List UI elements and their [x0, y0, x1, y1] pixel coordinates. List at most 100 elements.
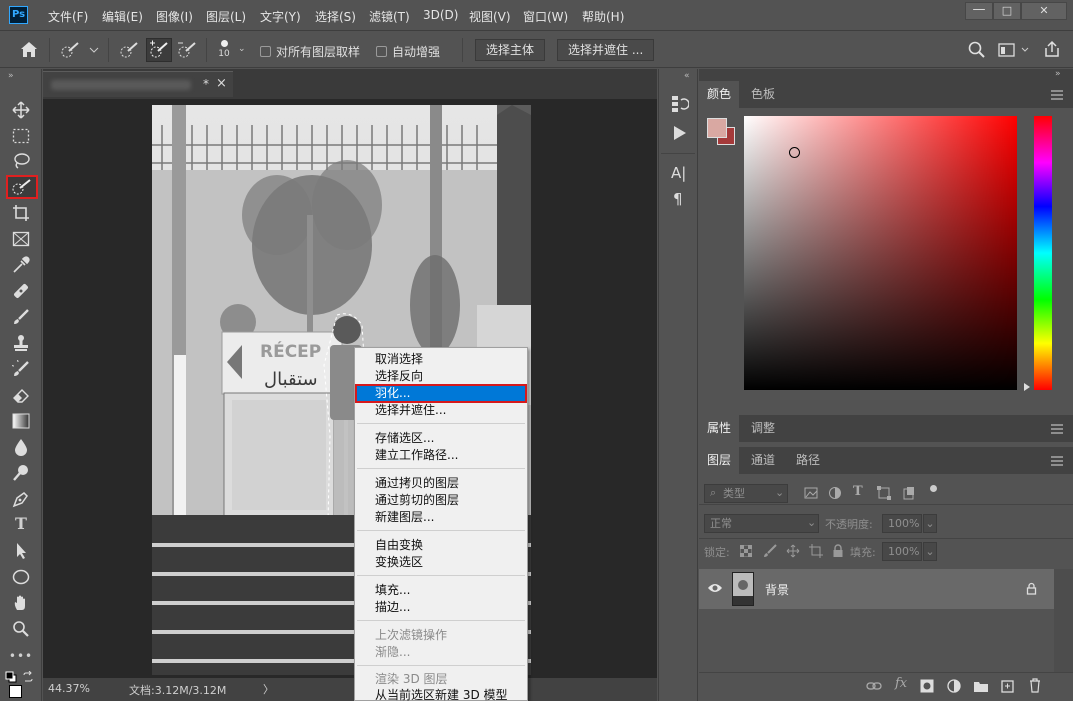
tab-adjustments[interactable]: 调整: [743, 415, 783, 442]
filter-smart-object-icon[interactable]: [902, 486, 916, 503]
menu-edit[interactable]: 编辑(E): [102, 8, 143, 25]
actions-panel-icon[interactable]: [673, 125, 687, 144]
menu-item-stroke[interactable]: 描边...: [375, 599, 410, 616]
eye-icon[interactable]: [707, 582, 723, 597]
select-subject-button[interactable]: 选择主体: [475, 39, 546, 61]
chevron-down-icon[interactable]: ⌄: [238, 44, 246, 54]
menu-item-fill[interactable]: 填充...: [375, 582, 410, 599]
panel-menu-icon[interactable]: [1051, 455, 1063, 469]
menu-item-new-layer[interactable]: 新建图层...: [375, 509, 434, 526]
minimize-button[interactable]: —: [965, 2, 993, 20]
lasso-tool-icon[interactable]: [8, 150, 34, 172]
close-tab-icon[interactable]: ×: [216, 76, 227, 91]
menu-item-transform-selection[interactable]: 变换选区: [375, 554, 423, 571]
hand-tool-icon[interactable]: [8, 592, 34, 614]
menu-item-layer-via-copy[interactable]: 通过拷贝的图层: [375, 475, 459, 492]
filter-adjustment-icon[interactable]: [828, 486, 842, 503]
sample-all-layers-checkbox[interactable]: 对所有图层取样: [260, 43, 360, 60]
layer-filter-select[interactable]: 类型 ⌕ ⌄: [704, 484, 788, 503]
lock-transparent-icon[interactable]: [739, 544, 753, 560]
tab-properties[interactable]: 属性: [699, 415, 740, 442]
color-picker-cursor[interactable]: [789, 147, 800, 158]
foreground-color-swatch-panel[interactable]: [707, 118, 727, 138]
swap-colors-icon[interactable]: [22, 670, 34, 686]
gradient-tool-icon[interactable]: [8, 410, 34, 432]
blur-tool-icon[interactable]: [8, 436, 34, 458]
new-selection-icon[interactable]: [118, 40, 140, 63]
menu-item-deselect[interactable]: 取消选择: [375, 351, 423, 368]
menu-item-feather[interactable]: 羽化...: [375, 385, 410, 402]
type-tool-icon[interactable]: T: [8, 514, 34, 536]
panel-menu-icon[interactable]: [1051, 423, 1063, 437]
default-colors-icon[interactable]: [5, 671, 17, 686]
paragraph-panel-icon[interactable]: ¶: [673, 190, 683, 208]
filter-toggle-icon[interactable]: [930, 485, 937, 492]
add-to-selection-icon[interactable]: [146, 38, 172, 62]
chevron-down-icon[interactable]: ⌄: [923, 514, 937, 533]
marquee-tool-icon[interactable]: [8, 125, 34, 147]
collapse-panels-icon[interactable]: «: [684, 71, 690, 81]
delete-layer-icon[interactable]: [1029, 678, 1041, 696]
brush-tool-icon[interactable]: [8, 306, 34, 328]
search-icon[interactable]: [968, 41, 986, 62]
filter-pixel-icon[interactable]: [804, 487, 818, 502]
color-field[interactable]: [744, 116, 1017, 390]
select-and-mask-button[interactable]: 选择并遮住 ...: [557, 39, 655, 61]
auto-enhance-checkbox[interactable]: 自动增强: [376, 43, 440, 60]
tab-paths[interactable]: 路径: [788, 447, 828, 474]
lock-pixels-icon[interactable]: [763, 544, 777, 561]
tab-swatches[interactable]: 色板: [743, 81, 783, 108]
menu-3d[interactable]: 3D(D): [423, 8, 458, 22]
brush-size-picker[interactable]: 10: [217, 38, 231, 64]
menu-type[interactable]: 文字(Y): [260, 8, 301, 25]
healing-brush-tool-icon[interactable]: [8, 280, 34, 302]
filter-type-icon[interactable]: T: [853, 484, 863, 499]
menu-image[interactable]: 图像(I): [156, 8, 193, 25]
chevron-down-icon[interactable]: ⌄: [923, 542, 937, 561]
dodge-tool-icon[interactable]: [8, 462, 34, 484]
opacity-input[interactable]: 100%: [882, 514, 922, 533]
layer-row[interactable]: 背景: [699, 569, 1054, 609]
fill-input[interactable]: 100%: [882, 542, 922, 561]
new-layer-icon[interactable]: [1001, 678, 1015, 697]
eyedropper-tool-icon[interactable]: [8, 254, 34, 276]
close-button[interactable]: ✕: [1021, 2, 1067, 20]
subtract-from-selection-icon[interactable]: [176, 40, 198, 63]
pen-tool-icon[interactable]: [8, 488, 34, 510]
move-tool-icon[interactable]: [8, 99, 34, 121]
document-tab[interactable]: * ×: [43, 71, 233, 97]
menu-item-select-and-mask[interactable]: 选择并遮住...: [375, 402, 446, 419]
menu-file[interactable]: 文件(F): [48, 8, 88, 25]
lock-position-icon[interactable]: [786, 544, 800, 561]
layer-style-icon[interactable]: fx: [895, 676, 907, 691]
new-adjustment-layer-icon[interactable]: [947, 679, 961, 696]
menu-item-save-selection[interactable]: 存储选区...: [375, 430, 434, 447]
more-tools-icon[interactable]: •••: [8, 645, 34, 667]
filter-shape-icon[interactable]: [877, 486, 891, 503]
share-icon[interactable]: [1043, 40, 1061, 61]
history-panel-icon[interactable]: [671, 95, 690, 116]
collapse-icon[interactable]: »: [8, 71, 14, 81]
panel-menu-icon[interactable]: [1051, 89, 1063, 103]
eraser-tool-icon[interactable]: [8, 384, 34, 406]
menu-view[interactable]: 视图(V): [469, 8, 511, 25]
new-group-icon[interactable]: [973, 679, 989, 696]
hue-slider-handle-icon[interactable]: [1024, 383, 1030, 391]
blend-mode-select[interactable]: 正常 ⌄: [704, 514, 819, 533]
menu-item-select-inverse[interactable]: 选择反向: [375, 368, 423, 385]
zoom-tool-icon[interactable]: [8, 618, 34, 640]
layers-scrollbar[interactable]: [1054, 569, 1073, 679]
menu-item-make-work-path[interactable]: 建立工作路径...: [375, 447, 458, 464]
add-mask-icon[interactable]: [920, 679, 934, 696]
clone-stamp-tool-icon[interactable]: [8, 332, 34, 354]
quick-select-preset-icon[interactable]: [60, 41, 100, 62]
hue-slider[interactable]: [1034, 116, 1052, 390]
status-arrow-icon[interactable]: 〉: [263, 681, 274, 697]
crop-tool-icon[interactable]: [8, 202, 34, 224]
menu-item-new-3d-from-selection[interactable]: 从当前选区新建 3D 模型: [375, 687, 508, 701]
workspace-icon[interactable]: [998, 42, 1030, 61]
quick-selection-tool-icon[interactable]: [6, 175, 38, 199]
menu-item-layer-via-cut[interactable]: 通过剪切的图层: [375, 492, 459, 509]
layer-name[interactable]: 背景: [765, 581, 789, 598]
tab-layers[interactable]: 图层: [699, 447, 740, 474]
